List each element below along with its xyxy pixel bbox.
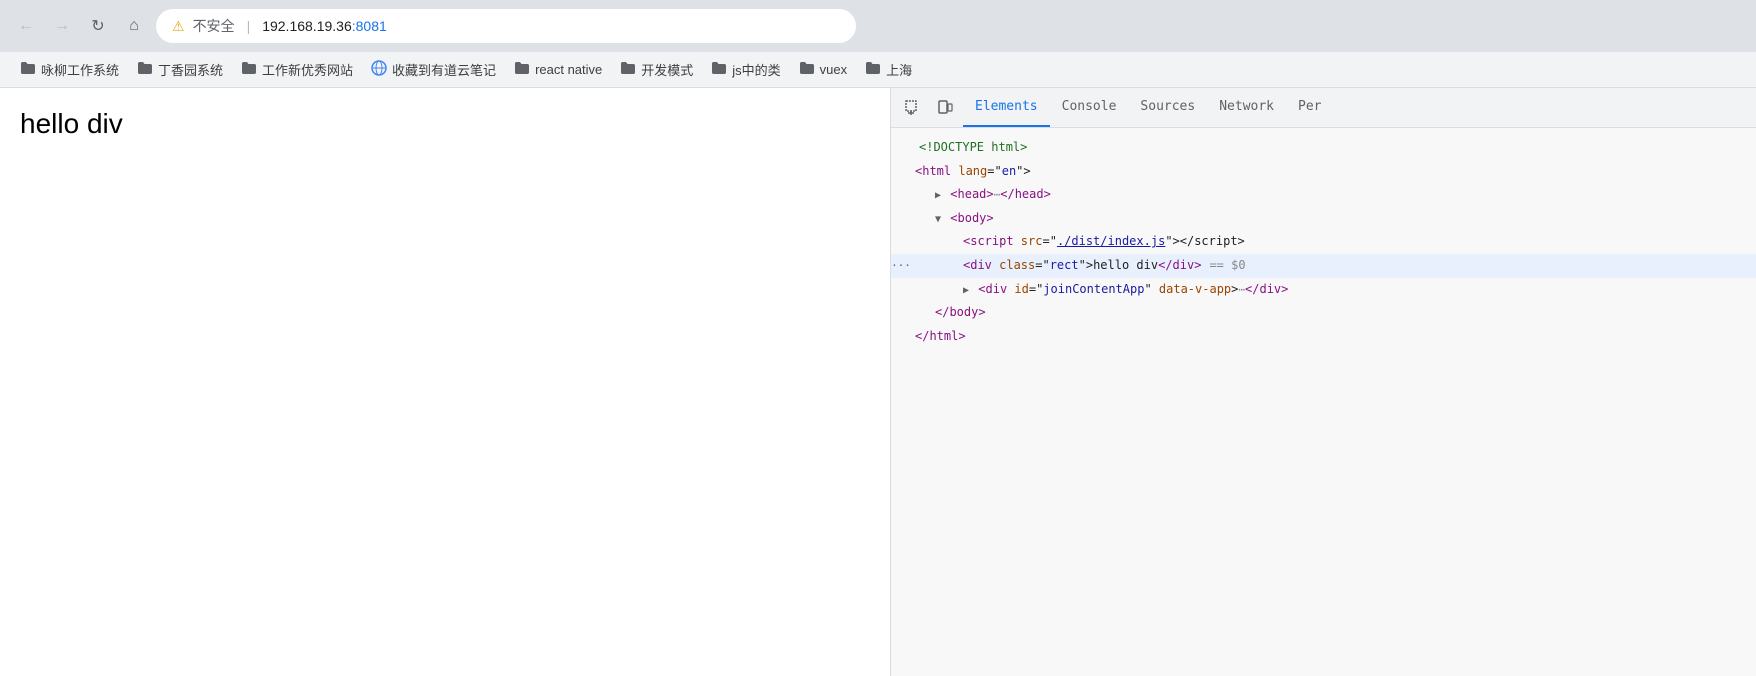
address-port: :8081	[352, 18, 387, 34]
reload-button[interactable]: ↻	[84, 12, 112, 40]
page-content: hello div	[0, 88, 890, 676]
devtools-tab-performance[interactable]: Per	[1286, 88, 1333, 127]
home-button[interactable]: ⌂	[120, 12, 148, 40]
bookmark-label: 咏柳工作系统	[41, 60, 119, 79]
browser-chrome: ← → ↻ ⌂ ⚠ 不安全 | 192.168.19.36:8081 咏柳工作系…	[0, 0, 1756, 88]
bookmark-label: vuex	[820, 62, 847, 77]
device-toolbar-button[interactable]	[931, 94, 959, 122]
devtools-tab-elements[interactable]: Elements	[963, 88, 1050, 127]
folder-icon	[865, 61, 881, 78]
bookmark-item-b5[interactable]: react native	[506, 57, 610, 82]
dom-html-open: <html lang="en">	[891, 160, 1756, 184]
bookmark-item-b4[interactable]: 收藏到有道云笔记	[363, 56, 504, 83]
dom-head: ▶ <head>⋯</head>	[891, 183, 1756, 207]
devtools-dom: <!DOCTYPE html> <html lang="en"> ▶ <head…	[891, 128, 1756, 676]
bookmark-label: 收藏到有道云笔记	[392, 60, 496, 79]
folder-icon	[241, 61, 257, 78]
bookmark-item-b3[interactable]: 工作新优秀网站	[233, 56, 361, 83]
bookmarks-bar: 咏柳工作系统 丁香园系统 工作新优秀网站 收藏到有道云笔记 react native 开发…	[0, 52, 1756, 88]
address-url: 192.168.19.36:8081	[262, 18, 387, 34]
dom-body-close: </body>	[891, 301, 1756, 325]
bookmark-label: 丁香园系统	[158, 60, 223, 79]
devtools-tab-sources[interactable]: Sources	[1128, 88, 1207, 127]
devtools-panel: ElementsConsoleSourcesNetworkPer <!DOCTY…	[890, 88, 1756, 676]
inspect-element-button[interactable]	[899, 94, 927, 122]
warning-icon: ⚠	[172, 18, 185, 35]
bookmark-item-b9[interactable]: 上海	[857, 56, 920, 83]
address-separator: |	[247, 18, 251, 34]
bookmark-label: js中的类	[732, 60, 780, 79]
dom-div-rect: ··· <div class="rect">hello div</div>== …	[891, 254, 1756, 278]
forward-button[interactable]: →	[48, 12, 76, 40]
bookmark-label: react native	[535, 62, 602, 77]
bookmark-label: 工作新优秀网站	[262, 60, 353, 79]
globe-icon	[371, 60, 387, 79]
inspect-icon	[905, 100, 921, 116]
bookmark-item-b8[interactable]: vuex	[791, 57, 855, 82]
devtools-toolbar: ElementsConsoleSourcesNetworkPer	[891, 88, 1756, 128]
device-icon	[937, 100, 953, 116]
address-bar[interactable]: ⚠ 不安全 | 192.168.19.36:8081	[156, 9, 856, 43]
dom-body-open: ▼ <body>	[891, 207, 1756, 231]
dom-div-join: ▶ <div id="joinContentApp" data-v-app>⋯<…	[891, 278, 1756, 302]
address-host: 192.168.19.36	[262, 18, 352, 34]
back-button[interactable]: ←	[12, 12, 40, 40]
folder-icon	[711, 61, 727, 78]
devtools-tab-console[interactable]: Console	[1050, 88, 1129, 127]
folder-icon	[620, 61, 636, 78]
devtools-tabs: ElementsConsoleSourcesNetworkPer	[963, 88, 1748, 127]
folder-icon	[20, 61, 36, 78]
main-area: hello div ElementsConsoleSourcesNetw	[0, 88, 1756, 676]
bookmark-item-b2[interactable]: 丁香园系统	[129, 56, 231, 83]
page-text: hello div	[20, 108, 123, 139]
dom-doctype: <!DOCTYPE html>	[891, 136, 1756, 160]
bookmark-item-b1[interactable]: 咏柳工作系统	[12, 56, 127, 83]
dom-html-close: </html>	[891, 325, 1756, 349]
folder-icon	[514, 61, 530, 78]
doctype-text: <!DOCTYPE html>	[919, 140, 1027, 154]
bookmark-label: 上海	[886, 60, 912, 79]
folder-icon	[137, 61, 153, 78]
bookmark-item-b7[interactable]: js中的类	[703, 56, 788, 83]
bookmark-item-b6[interactable]: 开发模式	[612, 56, 701, 83]
insecure-label: 不安全	[193, 16, 235, 36]
address-bar-row: ← → ↻ ⌂ ⚠ 不安全 | 192.168.19.36:8081	[0, 0, 1756, 52]
devtools-tab-network[interactable]: Network	[1207, 88, 1286, 127]
bookmark-label: 开发模式	[641, 60, 693, 79]
dom-script: <script src="./dist/index.js"></script>	[891, 230, 1756, 254]
folder-icon	[799, 61, 815, 78]
